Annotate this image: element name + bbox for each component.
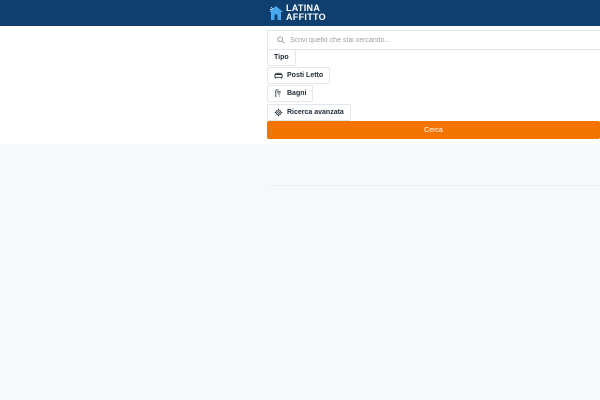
site-logo[interactable]: LATINA AFFITTO — [268, 2, 326, 24]
gear-icon — [274, 108, 283, 117]
filter-bagni-button[interactable]: Bagni — [267, 85, 314, 102]
logo-text-line2: AFFITTO — [286, 12, 326, 22]
filter-tipo-label: Tipo — [274, 54, 289, 61]
filter-bagni-label: Bagni — [287, 90, 307, 97]
cerca-button[interactable]: Cerca — [267, 121, 600, 139]
content-divider — [268, 185, 600, 186]
search-icon — [273, 32, 289, 48]
filter-posti-letto-button[interactable]: Posti Letto — [267, 67, 331, 84]
advanced-search-label: Ricerca avanzata — [287, 109, 344, 116]
advanced-search-button[interactable]: Ricerca avanzata — [267, 104, 351, 121]
search-bar — [267, 30, 600, 50]
top-header-bar: LATINA AFFITTO — [0, 0, 600, 26]
bed-icon — [274, 72, 283, 79]
house-logo-icon — [269, 6, 283, 20]
logo-text: LATINA AFFITTO — [286, 4, 326, 22]
search-input[interactable] — [290, 36, 590, 44]
shower-icon — [275, 89, 281, 98]
filter-tipo-button[interactable]: Tipo — [267, 49, 296, 66]
filter-posti-letto-label: Posti Letto — [287, 72, 324, 79]
